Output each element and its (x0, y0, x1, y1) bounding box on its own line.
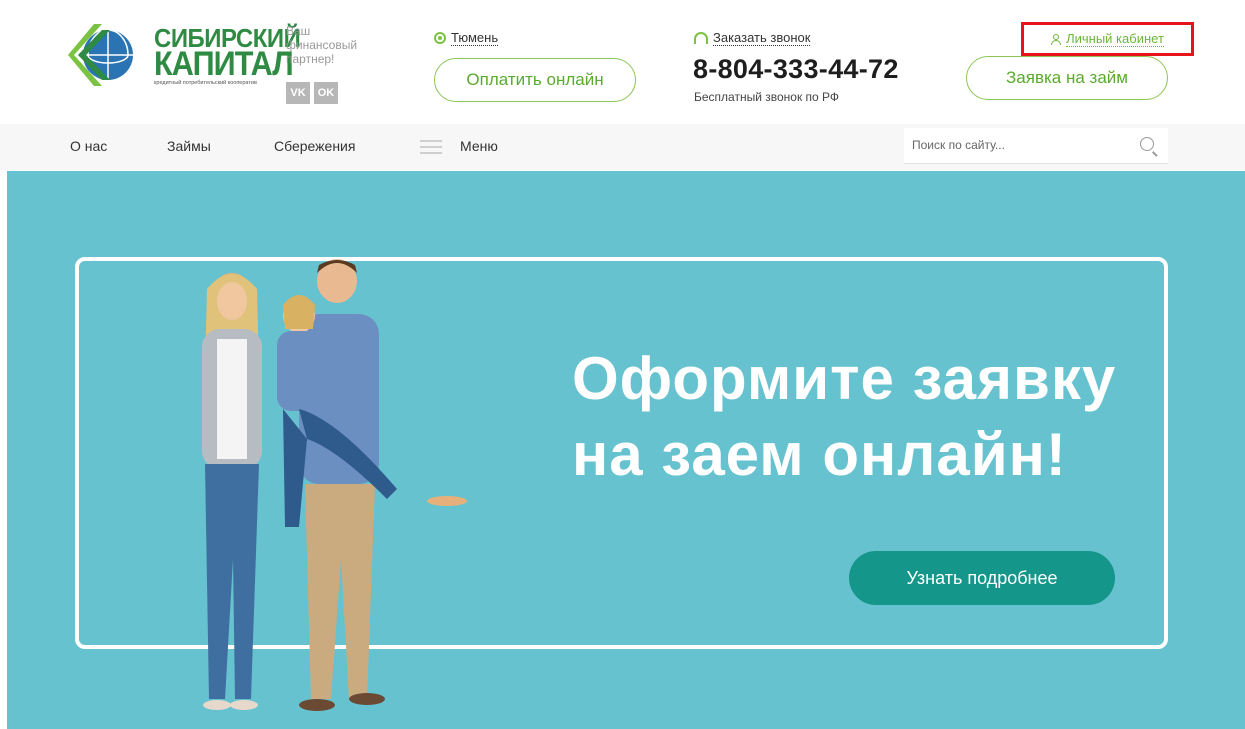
menu-icon[interactable] (420, 140, 442, 154)
hero-title: Оформите заявку на заем онлайн! (572, 341, 1116, 493)
family-photo (202, 259, 467, 711)
phone-note: Бесплатный звонок по РФ (694, 90, 840, 104)
location-pin-icon (434, 32, 446, 44)
personal-cabinet-link[interactable]: Личный кабинет (1021, 22, 1194, 56)
ok-icon[interactable]: OK (314, 82, 338, 104)
nav-item-loans[interactable]: Займы (167, 138, 211, 154)
vk-icon[interactable]: VK (286, 82, 310, 104)
pay-online-button[interactable]: Оплатить онлайн (434, 58, 636, 102)
page: СИБИРСКИЙ КАПИТАЛ кредитный потребительс… (0, 0, 1245, 729)
search-box (904, 128, 1168, 164)
callback-link[interactable]: Заказать звонок (694, 30, 811, 46)
logo-icon[interactable] (66, 20, 136, 90)
hero-title-line-1: Оформите заявку (572, 345, 1117, 412)
hero-banner: Оформите заявку на заем онлайн! Узнать п… (7, 171, 1245, 729)
city-selector[interactable]: Тюмень (434, 30, 499, 46)
city-label: Тюмень (451, 30, 499, 46)
nav-item-savings[interactable]: Сбережения (274, 138, 355, 154)
loan-request-button[interactable]: Заявка на займ (966, 56, 1168, 100)
user-icon (1051, 33, 1062, 45)
callback-label: Заказать звонок (713, 30, 811, 46)
cabinet-label: Личный кабинет (1066, 31, 1164, 47)
nav-item-about[interactable]: О нас (70, 138, 107, 154)
search-icon[interactable] (1140, 137, 1154, 151)
phone-number[interactable]: 8-804-333-44-72 (693, 54, 899, 85)
headset-icon (694, 32, 708, 44)
brand-line-2: КАПИТАЛ (154, 45, 294, 83)
nav-item-menu[interactable]: Меню (460, 138, 498, 154)
hero-title-line-2: на заем онлайн! (572, 421, 1067, 488)
search-input[interactable] (904, 128, 1124, 162)
learn-more-button[interactable]: Узнать подробнее (849, 551, 1115, 605)
social-links: VK OK (286, 82, 338, 104)
tagline: Ваш финансовый партнер! (286, 24, 358, 66)
